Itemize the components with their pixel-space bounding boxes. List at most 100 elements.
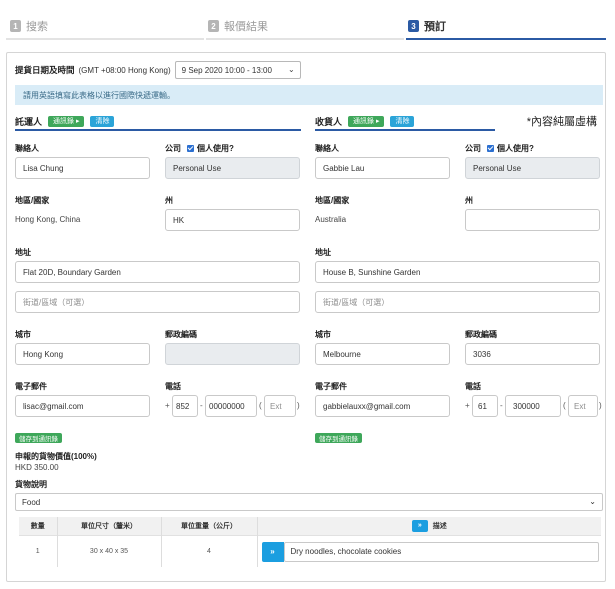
shipper-state-input[interactable]: HK [165, 209, 300, 231]
receiver-save-address-button[interactable]: 儲存到通訊錄 [315, 433, 362, 443]
shipper-region-label: 地區/國家 [15, 196, 50, 205]
expand-description-button[interactable]: » [411, 519, 428, 532]
receiver-company-label: 公司 個人使用? [465, 143, 534, 154]
paren-close: ) [297, 401, 300, 410]
receiver-phone-plus: + [465, 401, 470, 410]
step-number: 1 [10, 20, 21, 32]
shipper-phone-number-input[interactable]: 00000000 [205, 395, 257, 417]
receiver-state-label: 州 [465, 196, 473, 205]
shipper-postcode-input [165, 343, 300, 365]
shipper-region-value: Hong Kong, China [15, 215, 81, 224]
shipper-company-input: Personal Use [165, 157, 300, 179]
shipper-email-input[interactable]: lisac@gmail.com [15, 395, 150, 417]
info-banner: 請用英語填寫此表格以進行國際快遞運輸。 [15, 85, 603, 105]
dash-separator: - [200, 401, 203, 410]
shipper-ext-input[interactable]: Ext [264, 395, 296, 417]
receiver-contact-label: 聯絡人 [315, 144, 339, 153]
dash-separator: - [500, 401, 503, 410]
goods-desc-value: Food [22, 497, 41, 507]
step-label: 報價結果 [224, 21, 268, 33]
receiver-address-label: 地址 [315, 248, 331, 257]
shipper-contact-label: 聯絡人 [15, 144, 39, 153]
shipper-email-label: 電子郵件 [15, 382, 47, 391]
step-number: 3 [408, 20, 419, 32]
shipper-save-address-button[interactable]: 儲存到通訊錄 [15, 433, 62, 443]
table-row: 1 30 x 40 x 35 4 » Dry noodles, chocolat… [19, 534, 601, 567]
item-description-input[interactable]: Dry noodles, chocolate cookies [283, 541, 599, 562]
receiver-ext-input[interactable]: Ext [568, 395, 598, 417]
checkbox-checked-icon[interactable] [187, 145, 194, 152]
shipper-phone-plus: + [165, 401, 170, 410]
receiver-clear-button[interactable]: 清除 [390, 115, 415, 127]
cell-qty: 1 [19, 534, 58, 567]
receiver-phone-code-input[interactable]: 61 [472, 395, 498, 417]
shipper-address-label: 地址 [15, 248, 31, 257]
receiver-phone-number-input[interactable]: 300000 [505, 395, 561, 417]
shipper-postcode-label: 郵政編碼 [165, 330, 197, 339]
declared-value-label: 申報的貨物價值(100%) [15, 452, 97, 461]
checkbox-checked-icon[interactable] [487, 145, 494, 152]
shipper-company-text: 公司 [165, 144, 181, 153]
receiver-region-value: Australia [315, 215, 347, 224]
shipper-address-book-button[interactable]: 通訊錄 ▸ [48, 115, 85, 127]
shipper-city-input[interactable]: Hong Kong [15, 343, 150, 365]
step-label: 搜索 [26, 21, 48, 33]
receiver-postcode-input[interactable]: 3036 [465, 343, 600, 365]
shipper-phone-label: 電話 [165, 382, 181, 391]
chevron-down-icon: ⌄ [589, 497, 596, 506]
shipper-company-label: 公司 個人使用? [165, 143, 234, 154]
pickup-time-select[interactable]: 9 Sep 2020 10:00 - 13:00 ⌄ [174, 61, 301, 79]
step-number: 2 [208, 20, 219, 32]
col-weight: 單位重量（公斤） [161, 517, 258, 535]
progress-stepper: 1 搜索 2 報價結果 3 預訂 [6, 14, 606, 40]
receiver-company-input: Personal Use [465, 157, 600, 179]
cell-weight: 4 [161, 534, 258, 567]
receiver-title: 收貨人 [315, 116, 343, 127]
cell-desc: » Dry noodles, chocolate cookies [257, 534, 601, 567]
shipper-contact-input[interactable]: Lisa Chung [15, 157, 150, 179]
shipper-city-label: 城市 [15, 330, 31, 339]
step-line [206, 38, 404, 40]
receiver-email-input[interactable]: gabbielauxx@gmail.com [315, 395, 450, 417]
step-booking: 3 預訂 [408, 14, 446, 38]
step-line [6, 38, 204, 40]
pickup-timezone: (GMT +08:00 Hong Kong) [78, 65, 171, 75]
paren-open: ( [259, 401, 262, 410]
receiver-postcode-label: 郵政編碼 [465, 330, 497, 339]
receiver-company-text: 公司 [465, 144, 481, 153]
receiver-contact-input[interactable]: Gabbie Lau [315, 157, 450, 179]
goods-desc-select[interactable]: Food ⌄ [15, 493, 603, 511]
col-size: 單位尺寸（釐米） [57, 517, 162, 535]
receiver-city-input[interactable]: Melbourne [315, 343, 450, 365]
step-quote-results[interactable]: 2 報價結果 [208, 14, 268, 38]
declared-value: HKD 350.00 [15, 463, 59, 472]
col-qty: 數量 [19, 517, 58, 535]
row-expand-button[interactable]: » [261, 541, 284, 562]
receiver-city-label: 城市 [315, 330, 331, 339]
shipper-address-input[interactable]: Flat 20D, Boundary Garden [15, 261, 300, 283]
receiver-personal-use-label: 個人使用? [497, 144, 534, 153]
paren-close: ) [599, 401, 602, 410]
col-desc-label: 描述 [432, 522, 447, 530]
shipper-street-input[interactable]: 街道/區域（可選） [15, 291, 300, 313]
receiver-email-label: 電子郵件 [315, 382, 347, 391]
goods-desc-label: 貨物說明 [15, 480, 47, 489]
shipper-personal-use-label: 個人使用? [197, 144, 234, 153]
shipper-clear-button[interactable]: 清除 [90, 115, 115, 127]
receiver-address-input[interactable]: House B, Sunshine Garden [315, 261, 600, 283]
receiver-address-book-button[interactable]: 通訊錄 ▸ [348, 115, 385, 127]
items-table: 數量 單位尺寸（釐米） 單位重量（公斤） » 描述 1 30 x 40 x 35… [19, 517, 601, 567]
shipper-phone-code-input[interactable]: 852 [172, 395, 198, 417]
step-search[interactable]: 1 搜索 [10, 14, 48, 38]
table-header-row: 數量 單位尺寸（釐米） 單位重量（公斤） » 描述 [19, 517, 601, 535]
receiver-street-input[interactable]: 街道/區域（可選） [315, 291, 600, 313]
shipper-state-label: 州 [165, 196, 173, 205]
paren-open: ( [563, 401, 566, 410]
receiver-state-input[interactable] [465, 209, 600, 231]
pickup-time-value: 9 Sep 2020 10:00 - 13:00 [181, 65, 272, 75]
chevron-down-icon: ⌄ [287, 65, 295, 74]
cell-size: 30 x 40 x 35 [57, 534, 162, 567]
col-desc: » 描述 [257, 517, 601, 535]
booking-form: 提貨日期及時間 (GMT +08:00 Hong Kong) 9 Sep 202… [6, 52, 606, 582]
receiver-phone-label: 電話 [465, 382, 481, 391]
